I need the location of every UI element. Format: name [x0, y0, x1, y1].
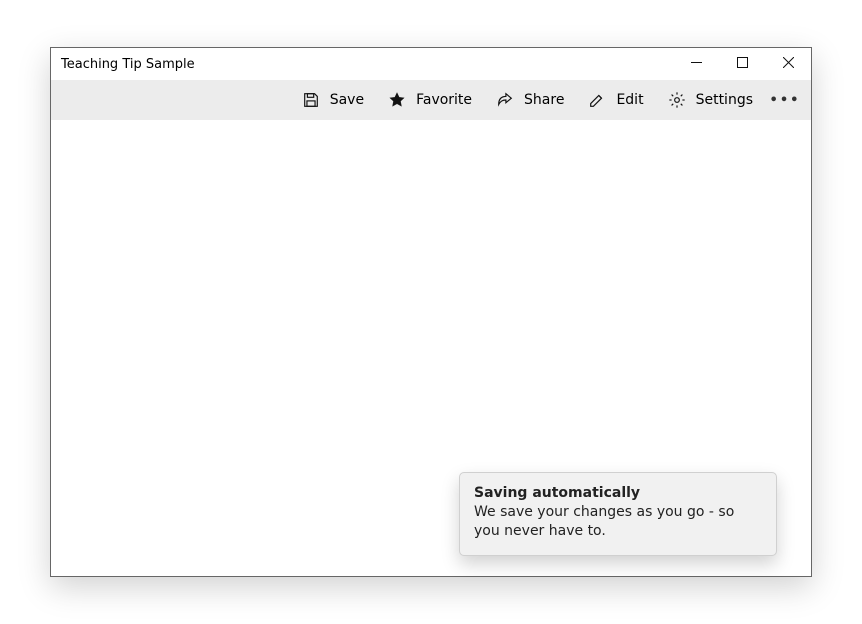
- teaching-tip: Saving automatically We save your change…: [459, 472, 777, 556]
- favorite-button[interactable]: Favorite: [376, 82, 484, 118]
- save-label: Save: [330, 92, 364, 108]
- teaching-tip-title: Saving automatically: [474, 485, 762, 501]
- close-icon: [783, 57, 794, 71]
- share-icon: [496, 91, 514, 109]
- maximize-button[interactable]: [719, 48, 765, 80]
- content-area: Saving automatically We save your change…: [51, 120, 811, 576]
- gear-icon: [668, 91, 686, 109]
- settings-label: Settings: [696, 92, 753, 108]
- teaching-tip-body: We save your changes as you go - so you …: [474, 503, 762, 541]
- window-controls: [673, 48, 811, 80]
- settings-button[interactable]: Settings: [656, 82, 765, 118]
- edit-icon: [588, 91, 606, 109]
- ellipsis-icon: •••: [770, 93, 801, 108]
- share-button[interactable]: Share: [484, 82, 576, 118]
- close-button[interactable]: [765, 48, 811, 80]
- share-label: Share: [524, 92, 564, 108]
- minimize-button[interactable]: [673, 48, 719, 80]
- command-bar: Save Favorite Share Edit: [51, 80, 811, 120]
- favorite-label: Favorite: [416, 92, 472, 108]
- title-bar: Teaching Tip Sample: [51, 48, 811, 80]
- app-window: Teaching Tip Sample: [50, 47, 812, 577]
- minimize-icon: [691, 57, 702, 71]
- edit-button[interactable]: Edit: [576, 82, 655, 118]
- save-icon: [302, 91, 320, 109]
- save-button[interactable]: Save: [290, 82, 376, 118]
- edit-label: Edit: [616, 92, 643, 108]
- maximize-icon: [737, 57, 748, 71]
- window-title: Teaching Tip Sample: [61, 57, 195, 72]
- more-button[interactable]: •••: [765, 82, 805, 118]
- star-icon: [388, 91, 406, 109]
